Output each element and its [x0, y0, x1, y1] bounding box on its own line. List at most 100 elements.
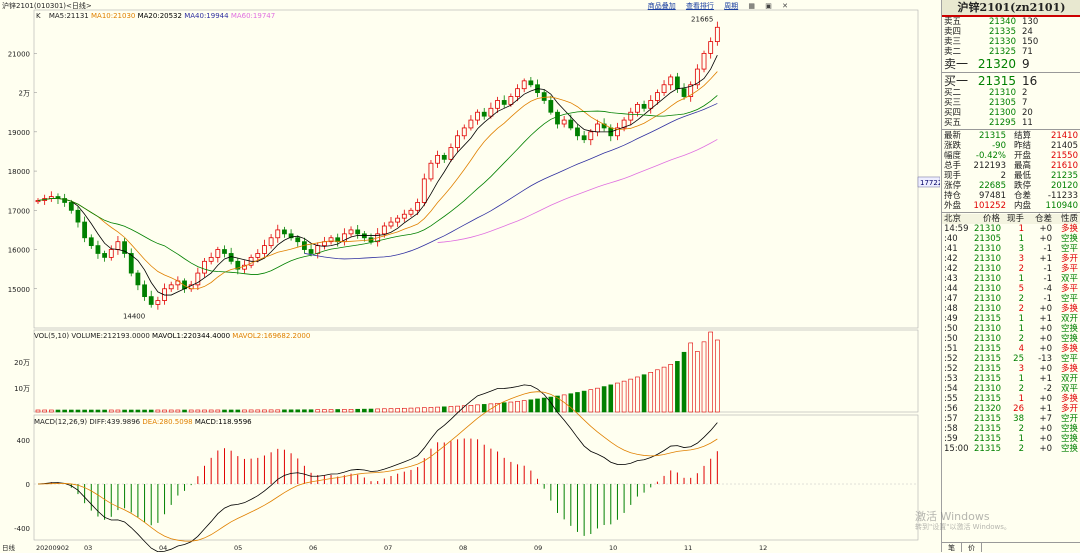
candle-body [501, 100, 507, 105]
candle-body [215, 249, 221, 258]
candle-body [202, 260, 207, 274]
tick-row[interactable]: :56 21320 26 +1 多开 [942, 404, 1080, 414]
close-icon[interactable]: ✕ [782, 2, 788, 10]
candle-body [575, 127, 580, 137]
ma5-value: MA5:21131 [48, 12, 89, 20]
tick-row[interactable]: :54 21310 2 -2 双平 [942, 384, 1080, 394]
candle-body [355, 229, 361, 235]
tick-time: :42 [944, 254, 958, 264]
tick-nature: 多开 [1060, 254, 1078, 264]
tick-row[interactable]: :52 21315 3 +0 多换 [942, 364, 1080, 374]
tick-oi: +0 [1039, 434, 1052, 444]
bids-row: 买一 21315 16 [942, 74, 1080, 88]
tick-price: 21310 [974, 334, 1002, 344]
vol-bar [128, 409, 134, 413]
stats-key2: 开盘 [1014, 151, 1032, 161]
candle-body [635, 103, 640, 113]
bids-qty: 2 [1022, 88, 1028, 98]
tick-row[interactable]: :51 21315 4 +0 多换 [942, 344, 1080, 354]
overlay-link[interactable]: 商品叠加 [648, 2, 676, 10]
tick-row[interactable]: :50 21310 2 +0 空换 [942, 334, 1080, 344]
tick-nature: 空换 [1060, 334, 1078, 344]
tab-price[interactable]: 价 [962, 543, 982, 552]
asks-qty: 130 [1022, 17, 1039, 27]
tick-nature: 空换 [1060, 424, 1078, 434]
tick-qty: 5 [1018, 284, 1024, 294]
vol-axis-label: 10万 [14, 385, 30, 393]
bids-qty: 7 [1022, 98, 1028, 108]
tick-row[interactable]: 14:59 21310 1 +0 多换 [942, 224, 1080, 234]
vol-bar [701, 341, 707, 413]
tick-time: :43 [944, 274, 958, 284]
tick-oi: +0 [1039, 444, 1052, 454]
candle-body [208, 256, 214, 262]
stats-key: 涨跌 [944, 141, 962, 151]
tab-trades[interactable]: 笔 [942, 543, 962, 552]
tick-row[interactable]: :42 21310 2 -1 多平 [942, 264, 1080, 274]
macd-label: MACD(12,26,9) [34, 418, 88, 426]
candle-body [714, 26, 720, 43]
kline-chart-area[interactable]: 21000 2万 19000 18000 17000 16000 15000 21665 144… [0, 0, 940, 552]
ranking-link[interactable]: 查看排行 [686, 2, 714, 10]
vol-bar [62, 409, 67, 413]
vol-bar [42, 409, 47, 413]
macd-legend: MACD(12,26,9) DIFF:439.9896 DEA:280.5098… [34, 418, 252, 426]
stats-key: 涨停 [944, 181, 962, 191]
chart-canvas[interactable]: 21000 2万 19000 18000 17000 16000 15000 21665 144… [0, 0, 940, 552]
vol-bar [521, 400, 527, 413]
tick-time: :47 [944, 294, 958, 304]
candle-body [708, 41, 714, 54]
tick-qty: 1 [1018, 394, 1024, 404]
price-axis-label: 17000 [8, 207, 30, 215]
layout-icon[interactable]: ▦ [748, 2, 755, 10]
vol-bar [88, 409, 94, 413]
tick-qty: 1 [1018, 324, 1024, 334]
tick-row[interactable]: :47 21310 2 -1 空平 [942, 294, 1080, 304]
tick-oi: +0 [1039, 344, 1052, 354]
tick-row[interactable]: :48 21310 2 +0 多换 [942, 304, 1080, 314]
tick-row[interactable]: :49 21315 1 +1 双开 [942, 314, 1080, 324]
tick-list[interactable]: 14:59 21310 1 +0 多换:40 21305 1 +0 空换:41 21310 3 -1 空… [942, 224, 1080, 454]
tick-row[interactable]: :57 21315 38 +7 空开 [942, 414, 1080, 424]
candle-body [648, 100, 654, 109]
tick-row[interactable]: 15:00 21315 2 +0 空换 [942, 444, 1080, 454]
candle-body [595, 123, 600, 133]
tick-row[interactable]: :44 21310 5 -4 多平 [942, 284, 1080, 294]
vol-bar [322, 409, 327, 413]
vol-bar [668, 364, 674, 413]
vol-bar [328, 409, 334, 413]
candle-body [521, 80, 527, 90]
vol-bar [675, 361, 680, 413]
tick-row[interactable]: :43 21310 1 -1 双平 [942, 274, 1080, 284]
tick-nature: 空平 [1060, 354, 1078, 364]
tick-row[interactable]: :52 21315 25 -13 空平 [942, 354, 1080, 364]
vol-bar [595, 387, 600, 413]
bids-qty: 11 [1022, 118, 1033, 128]
period-link[interactable]: 周期 [724, 2, 738, 10]
vol-bar [681, 351, 687, 413]
tick-row[interactable]: :53 21315 1 +1 双开 [942, 374, 1080, 384]
vol-bar [55, 409, 61, 413]
tick-row[interactable]: :50 21310 1 +0 空换 [942, 324, 1080, 334]
candle-body [395, 217, 401, 223]
tick-row[interactable]: :55 21315 1 +0 多换 [942, 394, 1080, 404]
tick-row[interactable]: :58 21315 2 +0 空换 [942, 424, 1080, 434]
bids-qty: 16 [1022, 74, 1038, 88]
vol-bar [69, 409, 74, 413]
macd-axis-label: 400 [17, 437, 30, 445]
tick-nature: 多平 [1060, 284, 1078, 294]
tick-qty: 1 [1018, 274, 1024, 284]
tick-qty: 2 [1018, 424, 1024, 434]
tick-qty: 2 [1018, 334, 1024, 344]
tick-row[interactable]: :42 21310 3 +1 多开 [942, 254, 1080, 264]
tick-qty: 2 [1018, 294, 1024, 304]
window-icon[interactable]: ▣ [765, 2, 772, 10]
candle-body [455, 135, 460, 148]
candle-body [628, 111, 634, 121]
tick-row[interactable]: :59 21315 1 +0 空换 [942, 434, 1080, 444]
tick-price: 21310 [974, 304, 1002, 314]
tick-oi: +1 [1039, 254, 1052, 264]
tick-row[interactable]: :40 21305 1 +0 空换 [942, 234, 1080, 244]
tick-nature: 双开 [1060, 314, 1078, 324]
tick-row[interactable]: :41 21310 3 -1 空平 [942, 244, 1080, 254]
